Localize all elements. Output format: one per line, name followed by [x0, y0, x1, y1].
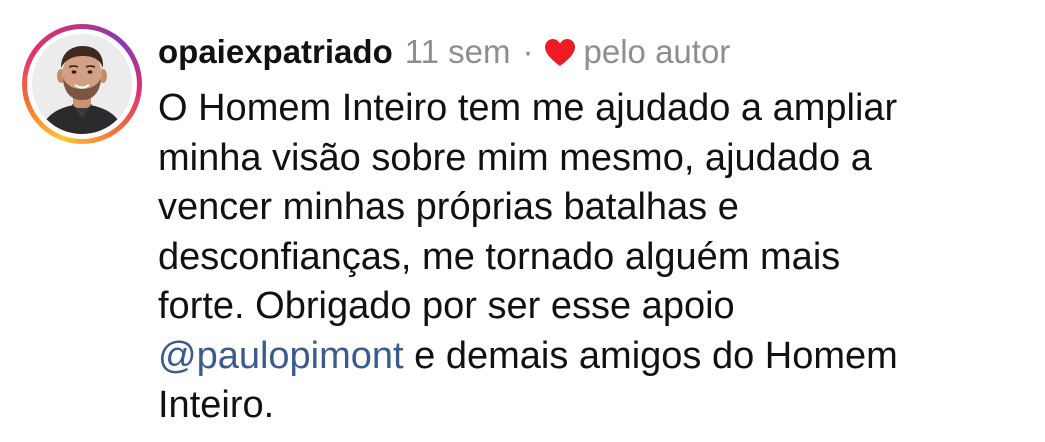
mention-link[interactable]: @paulopimont: [158, 335, 404, 377]
comment-line-with-mention: @paulopimont e demais amigos do Homem: [158, 332, 1018, 382]
heart-icon: [544, 38, 576, 67]
comment-line: O Homem Inteiro tem me ajudado a ampliar: [158, 87, 898, 129]
comment-line: Inteiro.: [158, 384, 275, 426]
liked-by-author-label: pelo autor: [583, 33, 731, 70]
story-ring[interactable]: [22, 24, 142, 144]
comment-line: vencer minhas próprias batalhas e: [158, 186, 739, 228]
avatar-frame: [27, 29, 137, 139]
separator-dot: ·: [522, 33, 534, 70]
comment-text: O Homem Inteiro tem me ajudado a ampliar…: [158, 84, 1018, 431]
comment: opaiexpatriado 11 sem · pelo autor O Hom…: [0, 0, 1045, 442]
comment-header: opaiexpatriado 11 sem · pelo autor: [158, 28, 730, 76]
comment-line: minha visão sobre mim mesmo, ajudado a: [158, 136, 872, 179]
comment-line: desconfianças, me tornado alguém mais: [158, 235, 841, 278]
comment-time[interactable]: 11 sem: [405, 33, 511, 71]
comment-line-rest: e demais amigos do Homem: [403, 334, 898, 377]
username-link[interactable]: opaiexpatriado: [158, 33, 393, 71]
avatar-image: [32, 34, 132, 134]
comment-line: forte. Obrigado por ser esse apoio: [158, 285, 735, 327]
avatar[interactable]: [32, 34, 132, 134]
